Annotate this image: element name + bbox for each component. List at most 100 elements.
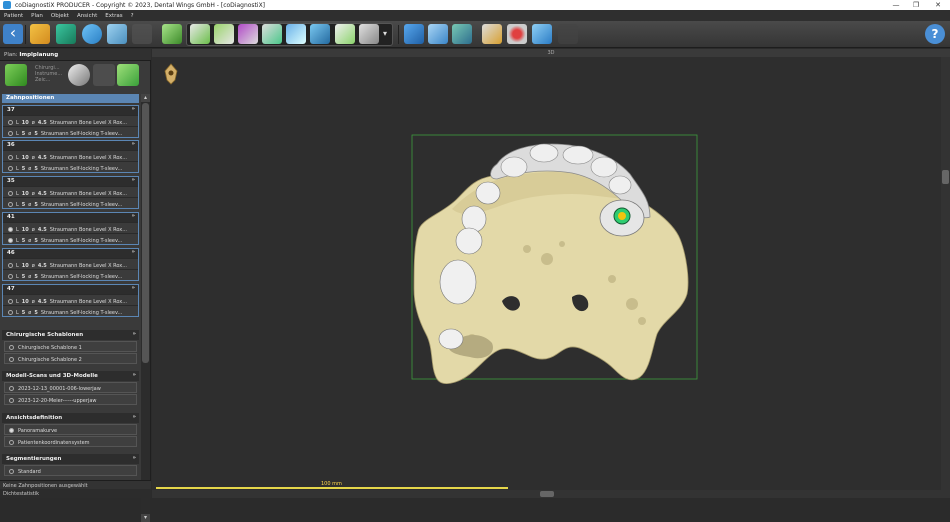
view-icon[interactable] xyxy=(532,24,552,44)
sleeve-row[interactable]: L 5 ø 5 Straumann Self-locking T-sleev... xyxy=(3,269,138,280)
tooth-header[interactable]: 36» xyxy=(3,141,138,150)
visibility-radio[interactable] xyxy=(9,469,14,474)
sleeve-row[interactable]: L 5 ø 5 Straumann Self-locking T-sleev... xyxy=(3,233,138,244)
implant-tool-4-icon[interactable] xyxy=(262,24,282,44)
list-item[interactable]: Panoramakurve xyxy=(4,424,137,435)
implant-tool-5-icon[interactable] xyxy=(286,24,306,44)
annotation-icon[interactable] xyxy=(507,24,527,44)
move-icon[interactable] xyxy=(404,24,424,44)
visibility-radio[interactable] xyxy=(9,386,14,391)
implant-row[interactable]: L 10 ø 4.5 Straumann Bone Level X Rox... xyxy=(3,150,138,161)
implant-tool-8-icon[interactable] xyxy=(359,24,379,44)
guide-tool-icon[interactable] xyxy=(93,64,115,86)
menu-item-objekt[interactable]: Objekt xyxy=(51,13,69,19)
nerve-icon[interactable] xyxy=(452,24,472,44)
visibility-radio[interactable] xyxy=(8,263,13,268)
list-item[interactable]: Standard xyxy=(4,465,137,476)
list-item[interactable]: Patientenkoordinatensystem xyxy=(4,436,137,447)
scroll-thumb[interactable] xyxy=(142,103,149,363)
scroll-up-icon[interactable]: ▴ xyxy=(141,94,150,102)
tooth-group-41[interactable]: 41» L 10 ø 4.5 Straumann Bone Level X Rox...… xyxy=(2,212,139,245)
scroll-thumb[interactable] xyxy=(540,491,554,497)
tooth-header[interactable]: 35» xyxy=(3,177,138,186)
sleeve-icon[interactable] xyxy=(107,24,127,44)
sleeve-row[interactable]: L 5 ø 5 Straumann Self-locking T-sleev... xyxy=(3,197,138,208)
section-header[interactable]: Ansichtsdefinition» xyxy=(2,413,139,423)
minimize-button[interactable]: — xyxy=(886,0,906,10)
green-cube-icon[interactable] xyxy=(162,24,182,44)
menu-item-ansicht[interactable]: Ansicht xyxy=(77,13,97,19)
visibility-radio[interactable] xyxy=(8,155,13,160)
visibility-radio[interactable] xyxy=(9,428,14,433)
tooth-group-46[interactable]: 46» L 10 ø 4.5 Straumann Bone Level X Rox...… xyxy=(2,248,139,281)
tooth-header[interactable]: 41» xyxy=(3,213,138,222)
implant-row[interactable]: L 10 ø 4.5 Straumann Bone Level X Rox... xyxy=(3,186,138,197)
implant-row[interactable]: L 10 ø 4.5 Straumann Bone Level X Rox... xyxy=(3,258,138,269)
implant-row[interactable]: L 10 ø 4.5 Straumann Bone Level X Rox... xyxy=(3,115,138,126)
visibility-radio[interactable] xyxy=(8,274,13,279)
tool-dropdown-icon[interactable]: ▾ xyxy=(383,29,387,38)
jaw-3d-model[interactable] xyxy=(152,49,950,498)
tooth-header[interactable]: 47» xyxy=(3,285,138,294)
visibility-radio[interactable] xyxy=(9,398,14,403)
visibility-radio[interactable] xyxy=(8,202,13,207)
list-item[interactable]: Chirurgische Schablone 2 xyxy=(4,353,137,364)
close-button[interactable]: ✕ xyxy=(928,0,948,10)
visibility-radio[interactable] xyxy=(8,238,13,243)
scroll-thumb[interactable] xyxy=(942,170,949,184)
menu-item-extras[interactable]: Extras xyxy=(105,13,122,19)
tooth-group-36[interactable]: 36» L 10 ø 4.5 Straumann Bone Level X Rox...… xyxy=(2,140,139,173)
implant-tool-1-icon[interactable] xyxy=(190,24,210,44)
menu-item-help[interactable]: ? xyxy=(131,13,134,19)
tooth-group-47[interactable]: 47» L 10 ø 4.5 Straumann Bone Level X Rox...… xyxy=(2,284,139,317)
list-item[interactable]: Chirurgische Schablone 1 xyxy=(4,341,137,352)
implant-tool-2-icon[interactable] xyxy=(214,24,234,44)
visibility-radio[interactable] xyxy=(9,345,14,350)
menu-item-patient[interactable]: Patient xyxy=(4,13,23,19)
tooth-header[interactable]: 46» xyxy=(3,249,138,258)
help-button[interactable]: ? xyxy=(925,24,945,44)
section-header[interactable]: Modell-Scans und 3D-Modelle» xyxy=(2,371,139,381)
list-item[interactable]: 2023-12-20-Meier------upperjaw xyxy=(4,394,137,405)
maximize-button[interactable]: ❐ xyxy=(906,0,926,10)
3d-viewport[interactable]: 3D 100 mm xyxy=(152,49,950,498)
implant-row[interactable]: L 10 ø 4.5 Straumann Bone Level X Rox... xyxy=(3,294,138,305)
implant-tool-7-icon[interactable] xyxy=(335,24,355,44)
tooth-group-37[interactable]: 37» L 10 ø 4.5 Straumann Bone Level X Rox...… xyxy=(2,105,139,138)
segment-icon[interactable] xyxy=(82,24,102,44)
visibility-radio[interactable] xyxy=(8,310,13,315)
visibility-radio[interactable] xyxy=(8,131,13,136)
visibility-radio[interactable] xyxy=(8,191,13,196)
menu-item-plan[interactable]: Plan xyxy=(31,13,43,19)
sleeve-tool-icon[interactable] xyxy=(68,64,90,86)
panel-scrollbar[interactable]: ▴ ▾ xyxy=(141,94,150,522)
rotate-icon[interactable] xyxy=(428,24,448,44)
sleeve-row[interactable]: L 5 ø 5 Straumann Self-locking T-sleev... xyxy=(3,305,138,316)
section-header[interactable]: Chirurgische Schablonen» xyxy=(2,330,139,340)
add-implant-icon[interactable] xyxy=(5,64,27,86)
density-statistics-panel[interactable]: Dichtestatistik xyxy=(0,489,151,498)
tooth-header[interactable]: 37» xyxy=(3,106,138,115)
implant-tool-6-icon[interactable] xyxy=(310,24,330,44)
implant-tool-3-icon[interactable] xyxy=(238,24,258,44)
back-button[interactable]: ‹ xyxy=(3,24,23,44)
disabled-icon[interactable] xyxy=(132,24,152,44)
visibility-radio[interactable] xyxy=(8,299,13,304)
implant-list-header[interactable]: Zahnpositionen xyxy=(2,94,139,103)
scan-tool-icon[interactable] xyxy=(117,64,139,86)
sleeve-row[interactable]: L 5 ø 5 Straumann Self-locking T-sleev... xyxy=(3,126,138,137)
tooth-group-35[interactable]: 35» L 10 ø 4.5 Straumann Bone Level X Rox...… xyxy=(2,176,139,209)
undo-icon[interactable] xyxy=(558,24,578,44)
list-item[interactable]: 2023-12-13_00001-006-lowerjaw xyxy=(4,382,137,393)
visibility-radio[interactable] xyxy=(9,440,14,445)
visibility-radio[interactable] xyxy=(8,120,13,125)
visibility-radio[interactable] xyxy=(9,357,14,362)
measure-icon[interactable] xyxy=(482,24,502,44)
implant-row[interactable]: L 10 ø 4.5 Straumann Bone Level X Rox... xyxy=(3,222,138,233)
model-icon[interactable] xyxy=(56,24,76,44)
viewport-horizontal-scrollbar[interactable] xyxy=(152,490,950,498)
scroll-down-icon[interactable]: ▾ xyxy=(141,514,150,522)
section-header[interactable]: Segmentierungen» xyxy=(2,454,139,464)
sleeve-row[interactable]: L 5 ø 5 Straumann Self-locking T-sleev... xyxy=(3,161,138,172)
orientation-pin-icon[interactable] xyxy=(162,63,180,85)
